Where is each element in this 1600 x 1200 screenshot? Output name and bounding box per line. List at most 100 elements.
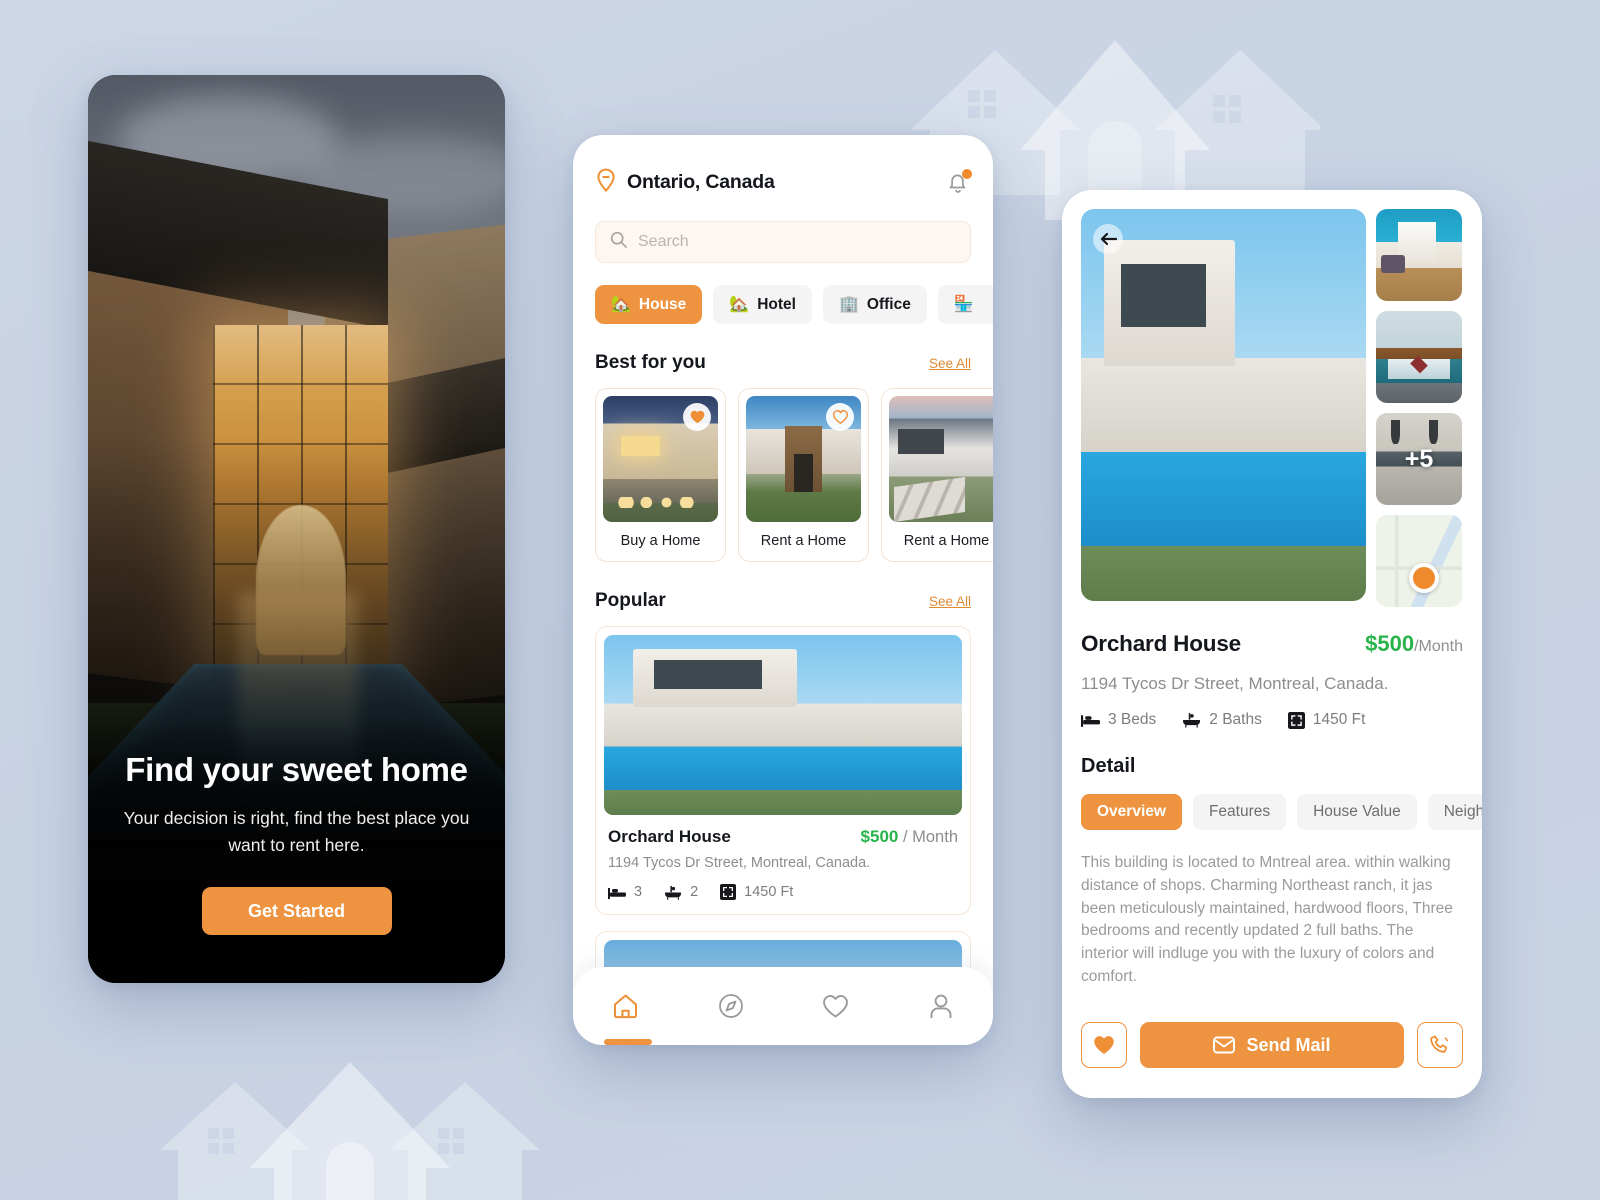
listing-area-value: 1450 Ft <box>744 884 794 900</box>
detail-price-amount: $500 <box>1365 631 1415 656</box>
nav-home[interactable] <box>598 984 654 1028</box>
detail-beds: 3 Beds <box>1081 711 1156 729</box>
best-card-photo <box>889 396 993 522</box>
category-chip-list: 🏡 House 🏡 Hotel 🏢 Office 🏪 <box>595 285 993 324</box>
detail-price-unit: /Month <box>1414 638 1463 655</box>
detail-thumbnail-list: +5 <box>1376 209 1462 607</box>
bottom-navigation <box>573 967 993 1045</box>
search-input[interactable] <box>638 233 956 251</box>
detail-area-value: 1450 Ft <box>1312 711 1366 728</box>
nav-explore[interactable] <box>703 984 759 1028</box>
detail-baths-value: 2 Baths <box>1209 711 1262 728</box>
call-button[interactable] <box>1417 1022 1463 1068</box>
best-card-label: Buy a Home <box>620 533 701 549</box>
notification-dot <box>962 168 972 179</box>
favorite-button[interactable] <box>683 403 711 431</box>
favorite-button[interactable] <box>826 403 854 431</box>
category-chip-hotel-label: Hotel <box>757 295 796 313</box>
listing-price-amount: $500 <box>860 827 899 846</box>
category-chip-hotel[interactable]: 🏡 Hotel <box>713 285 812 324</box>
tab-neighbourhood[interactable]: Neighb <box>1427 794 1482 830</box>
home-screen: Ontario, Canada 🏡 House <box>573 135 993 1045</box>
best-for-you-see-all[interactable]: See All <box>929 356 971 371</box>
area-icon <box>1287 711 1305 729</box>
onboarding-copy: Find your sweet home Your decision is ri… <box>88 751 505 935</box>
detail-section-heading: Detail <box>1081 755 1136 777</box>
category-chip-office-label: Office <box>866 295 911 313</box>
popular-header: Popular See All <box>595 590 971 612</box>
listing-baths: 2 <box>664 884 698 900</box>
listing-name: Orchard House <box>608 827 731 846</box>
nav-profile[interactable] <box>913 984 969 1028</box>
detail-action-bar: Send Mail <box>1081 1022 1463 1068</box>
nav-active-indicator <box>604 1039 652 1045</box>
hotel-emoji-icon: 🏡 <box>729 295 750 313</box>
area-icon <box>720 884 737 900</box>
detail-description: This building is located to Mntreal area… <box>1081 854 1453 985</box>
person-icon <box>930 994 951 1018</box>
best-card-label: Rent a Home <box>903 533 990 549</box>
detail-price: $500/Month <box>1365 631 1463 657</box>
best-for-you-list: Buy a Home Rent a Home Rent a Home <box>595 388 993 562</box>
popular-see-all[interactable]: See All <box>929 594 971 609</box>
tab-overview[interactable]: Overview <box>1081 794 1182 830</box>
thumbnail-more-photos[interactable]: +5 <box>1376 413 1462 505</box>
shop-emoji-icon: 🏪 <box>953 295 974 313</box>
heart-filled-icon <box>690 410 704 424</box>
get-started-button[interactable]: Get Started <box>201 887 392 935</box>
best-card[interactable]: Buy a Home <box>595 388 726 562</box>
favorite-button[interactable] <box>1081 1022 1127 1068</box>
office-emoji-icon: 🏢 <box>838 295 859 313</box>
onboarding-screen: Find your sweet home Your decision is ri… <box>88 75 505 983</box>
tab-features[interactable]: Features <box>1192 794 1287 830</box>
category-chip-house-label: House <box>638 295 687 313</box>
home-icon <box>614 994 637 1019</box>
bell-icon[interactable] <box>945 168 972 196</box>
popular-title: Popular <box>595 590 666 611</box>
listing-price-unit: / Month <box>902 828 958 846</box>
phone-icon <box>1430 1035 1448 1053</box>
thumbnail-map[interactable] <box>1376 515 1462 607</box>
detail-baths: 2 Baths <box>1182 711 1262 729</box>
listing-area: 1450 Ft <box>720 884 793 900</box>
location-label: Ontario, Canada <box>627 171 775 193</box>
listing-beds: 3 <box>608 884 642 900</box>
listing-baths-value: 2 <box>690 884 699 900</box>
property-detail-screen: +5 Orchard House $500/Month 1194 Tycos D… <box>1062 190 1482 1098</box>
best-card-label: Rent a Home <box>760 533 847 549</box>
bed-icon <box>1081 715 1100 727</box>
map-pin-icon <box>595 168 617 197</box>
location-header: Ontario, Canada <box>595 135 972 197</box>
listing-beds-value: 3 <box>634 884 643 900</box>
category-chip-shop[interactable]: 🏪 <box>937 285 993 324</box>
bath-icon <box>665 885 682 900</box>
send-mail-button[interactable]: Send Mail <box>1140 1022 1404 1068</box>
heart-icon <box>823 994 848 1017</box>
detail-address: 1194 Tycos Dr Street, Montreal, Canada. <box>1081 674 1389 693</box>
onboarding-title: Find your sweet home <box>125 750 468 788</box>
tab-house-value[interactable]: House Value <box>1297 794 1417 830</box>
popular-listing-card[interactable]: Orchard House $500 / Month 1194 Tycos Dr… <box>595 626 971 915</box>
best-card-photo <box>603 396 718 522</box>
search-bar[interactable] <box>595 221 971 263</box>
thumbnail-more-count: +5 <box>1376 413 1462 505</box>
listing-address: 1194 Tycos Dr Street, Montreal, Canada. <box>608 855 871 871</box>
detail-hero-photo[interactable] <box>1081 209 1366 601</box>
category-chip-house[interactable]: 🏡 House <box>595 285 703 324</box>
popular-listing-photo <box>604 635 962 815</box>
send-mail-label: Send Mail <box>1246 1034 1331 1055</box>
thumbnail-bedroom[interactable] <box>1376 311 1462 403</box>
listing-price: $500 / Month <box>861 827 958 847</box>
category-chip-office[interactable]: 🏢 Office <box>822 285 927 324</box>
best-card[interactable]: Rent a Home <box>738 388 869 562</box>
back-button[interactable] <box>1093 224 1123 254</box>
house-emoji-icon: 🏡 <box>611 295 631 313</box>
nav-favorites[interactable] <box>808 984 864 1028</box>
best-for-you-title: Best for you <box>595 352 706 373</box>
heart-filled-icon <box>1094 1036 1114 1054</box>
detail-title-row: Orchard House $500/Month <box>1081 631 1463 657</box>
best-card[interactable]: Rent a Home <box>881 388 993 562</box>
best-card-photo <box>746 396 861 522</box>
detail-meta: 3 Beds 2 Baths 1450 Ft <box>1081 711 1463 729</box>
thumbnail-living-room[interactable] <box>1376 209 1462 301</box>
